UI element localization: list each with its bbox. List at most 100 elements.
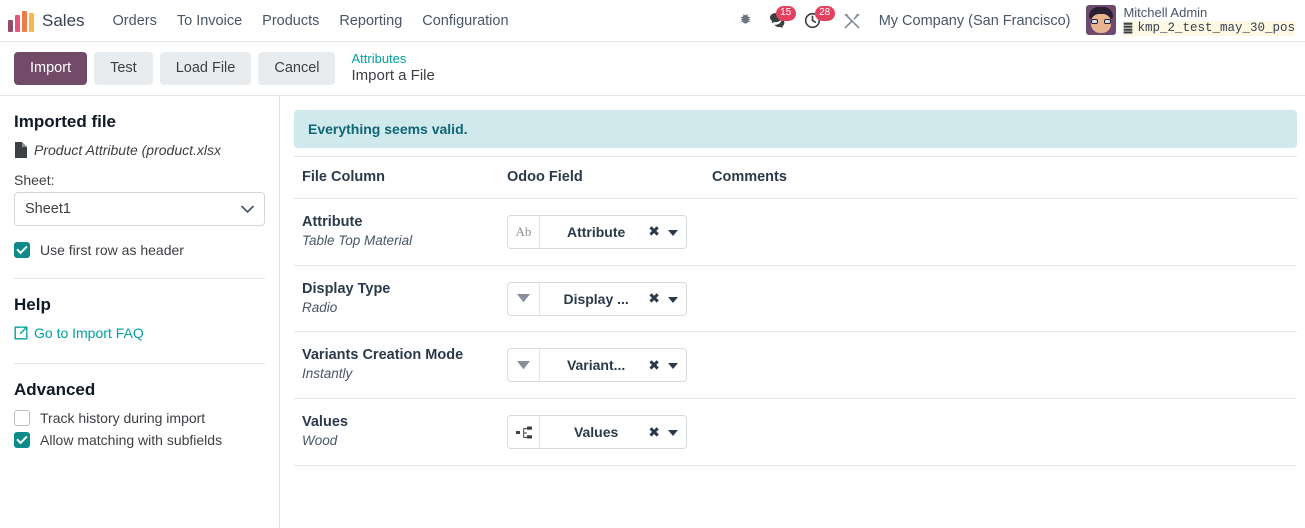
- messages-count-badge: 15: [775, 5, 796, 21]
- odoo-field-select[interactable]: Variant... ✖: [507, 348, 687, 383]
- breadcrumb: Attributes Import a File: [351, 51, 435, 85]
- allow-subfields-row[interactable]: Allow matching with subfields: [14, 432, 265, 448]
- first-row-header-checkbox[interactable]: [14, 242, 30, 258]
- app-name[interactable]: Sales: [42, 11, 85, 31]
- odoo-field-label: Attribute: [566, 223, 626, 240]
- imported-file-title: Imported file: [14, 112, 117, 131]
- cell-file-column: Values Wood: [294, 398, 499, 466]
- messages-icon[interactable]: 15: [761, 5, 796, 37]
- first-row-header-label: Use first row as header: [40, 242, 184, 258]
- company-name[interactable]: My Company (San Francisco): [869, 13, 1081, 29]
- menu-configuration[interactable]: Configuration: [412, 7, 518, 35]
- track-history-label: Track history during import: [40, 410, 206, 426]
- menu-reporting[interactable]: Reporting: [329, 7, 412, 35]
- chevron-down-icon[interactable]: [666, 224, 678, 240]
- table-row: Values Wood Values ✖: [294, 398, 1297, 466]
- clear-icon[interactable]: ✖: [642, 357, 666, 374]
- content-area: Everything seems valid. File Column Odoo…: [280, 96, 1305, 528]
- track-history-checkbox[interactable]: [14, 410, 30, 426]
- cell-file-column: Attribute Table Top Material: [294, 198, 499, 266]
- import-faq-label: Go to Import FAQ: [34, 325, 144, 341]
- sidebar-divider-1: [14, 278, 265, 279]
- import-button[interactable]: Import: [14, 51, 88, 86]
- menu-products[interactable]: Products: [252, 7, 329, 35]
- allow-subfields-checkbox[interactable]: [14, 432, 30, 448]
- activities-clock-icon[interactable]: 28: [796, 5, 835, 37]
- text-field-icon-glyph: Ab: [515, 223, 532, 239]
- chevron-down-icon[interactable]: [666, 357, 678, 373]
- cell-odoo-field: Values ✖: [499, 398, 704, 466]
- sidebar: Imported file Product Attribute (product…: [0, 96, 280, 528]
- sidebar-divider-2: [14, 363, 265, 364]
- cell-file-column: Display Type Radio: [294, 265, 499, 333]
- selection-field-icon: [508, 349, 540, 382]
- validation-alert: Everything seems valid.: [294, 110, 1297, 148]
- cell-comments: [704, 398, 1297, 466]
- avatar[interactable]: [1086, 5, 1117, 36]
- imported-file-name: Product Attribute (product.xlsx: [34, 142, 222, 158]
- text-field-icon: Ab: [508, 215, 540, 248]
- cell-comments: [704, 331, 1297, 400]
- table-row: Variants Creation Mode Instantly Variant…: [294, 331, 1297, 400]
- file-column-sample: Wood: [302, 433, 338, 449]
- bug-icon[interactable]: [730, 5, 761, 37]
- odoo-field-select[interactable]: Values ✖: [507, 415, 687, 450]
- th-comments: Comments: [704, 156, 1297, 199]
- table-row: Attribute Table Top Material Ab Attribut…: [294, 198, 1297, 266]
- sales-bar-chart-logo[interactable]: [8, 10, 34, 32]
- external-link-icon: [14, 326, 28, 340]
- menu-to-invoice[interactable]: To Invoice: [167, 7, 252, 35]
- navbar-right-group: 15 28 My Company (San Francisco) Mitchel…: [730, 5, 1295, 37]
- cancel-button[interactable]: Cancel: [258, 51, 336, 86]
- top-navbar: Sales Orders To Invoice Products Reporti…: [0, 0, 1305, 42]
- file-column-sample: Radio: [302, 299, 338, 315]
- sheet-label: Sheet:: [14, 172, 55, 188]
- main-area: Imported file Product Attribute (product…: [0, 96, 1305, 528]
- file-column-name: Values: [302, 414, 348, 431]
- database-name-wrap: kmp_2_test_may_30_pos: [1123, 20, 1295, 36]
- tools-icon[interactable]: [835, 5, 869, 37]
- control-panel: Import Test Load File Cancel Attributes …: [0, 42, 1305, 96]
- table-header-row: File Column Odoo Field Comments: [294, 156, 1297, 199]
- first-row-header-row[interactable]: Use first row as header: [14, 242, 265, 258]
- file-column-name: Display Type: [302, 280, 391, 297]
- clear-icon[interactable]: ✖: [642, 424, 666, 441]
- sheet-select-wrap: Sheet1: [14, 192, 265, 226]
- breadcrumb-parent-attributes[interactable]: Attributes: [351, 51, 434, 67]
- menu-orders[interactable]: Orders: [103, 7, 167, 35]
- odoo-field-label: Values: [573, 424, 619, 441]
- th-odoo-field: Odoo Field: [499, 156, 704, 199]
- clear-icon[interactable]: ✖: [642, 223, 666, 240]
- import-faq-link[interactable]: Go to Import FAQ: [14, 325, 144, 341]
- table-row: Display Type Radio Display ... ✖: [294, 265, 1297, 333]
- chevron-down-icon[interactable]: [666, 424, 678, 440]
- odoo-field-label: Display ...: [563, 290, 629, 307]
- cell-file-column: Variants Creation Mode Instantly: [294, 331, 499, 400]
- file-column-sample: Table Top Material: [302, 232, 413, 248]
- user-menu[interactable]: Mitchell Admin kmp_2_test_may_30_pos: [1080, 5, 1295, 36]
- cell-odoo-field: Display ... ✖: [499, 265, 704, 333]
- odoo-field-select[interactable]: Display ... ✖: [507, 281, 687, 316]
- database-name: kmp_2_test_may_30_pos: [1137, 20, 1295, 35]
- help-title: Help: [14, 295, 51, 314]
- odoo-field-label: Variant...: [566, 357, 626, 374]
- th-file-column: File Column: [294, 156, 499, 199]
- file-column-name: Variants Creation Mode: [302, 347, 464, 364]
- cell-odoo-field: Variant... ✖: [499, 331, 704, 400]
- user-name: Mitchell Admin: [1123, 5, 1208, 21]
- file-column-name: Attribute: [302, 214, 363, 230]
- chevron-down-icon[interactable]: [666, 291, 678, 307]
- column-mapping-table: File Column Odoo Field Comments Attribut…: [294, 156, 1297, 466]
- odoo-field-select[interactable]: Ab Attribute ✖: [507, 214, 687, 249]
- database-icon: [1124, 22, 1133, 34]
- test-button[interactable]: Test: [94, 51, 153, 86]
- breadcrumb-current: Import a File: [351, 67, 435, 85]
- cell-comments: [704, 198, 1297, 266]
- sheet-select[interactable]: Sheet1: [14, 192, 265, 226]
- clear-icon[interactable]: ✖: [642, 290, 666, 307]
- load-file-button[interactable]: Load File: [159, 51, 252, 86]
- cell-odoo-field: Ab Attribute ✖: [499, 198, 704, 266]
- imported-file-row: Product Attribute (product.xlsx: [14, 142, 265, 158]
- cell-comments: [704, 265, 1297, 333]
- track-history-row[interactable]: Track history during import: [14, 410, 265, 426]
